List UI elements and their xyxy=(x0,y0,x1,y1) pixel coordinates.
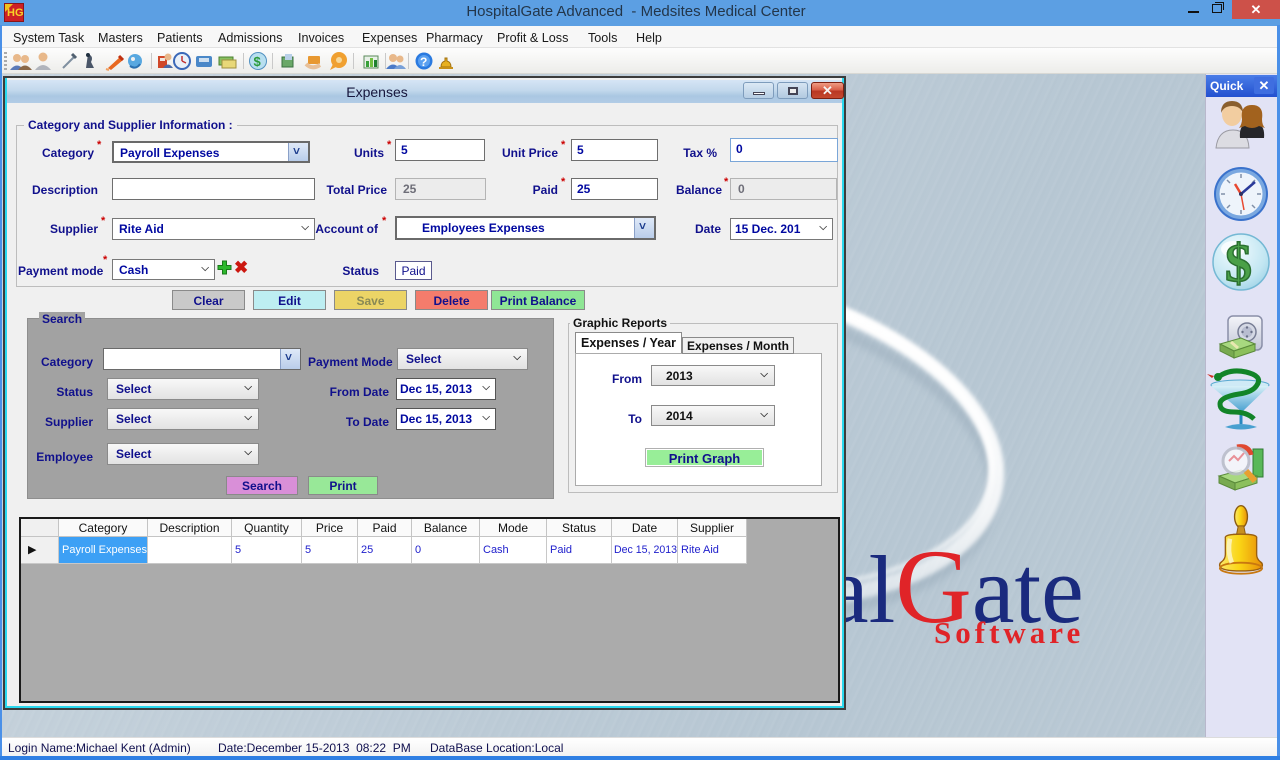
svg-text:$: $ xyxy=(1225,233,1252,293)
svg-text:?: ? xyxy=(420,55,427,69)
svg-text:$: $ xyxy=(254,54,262,69)
